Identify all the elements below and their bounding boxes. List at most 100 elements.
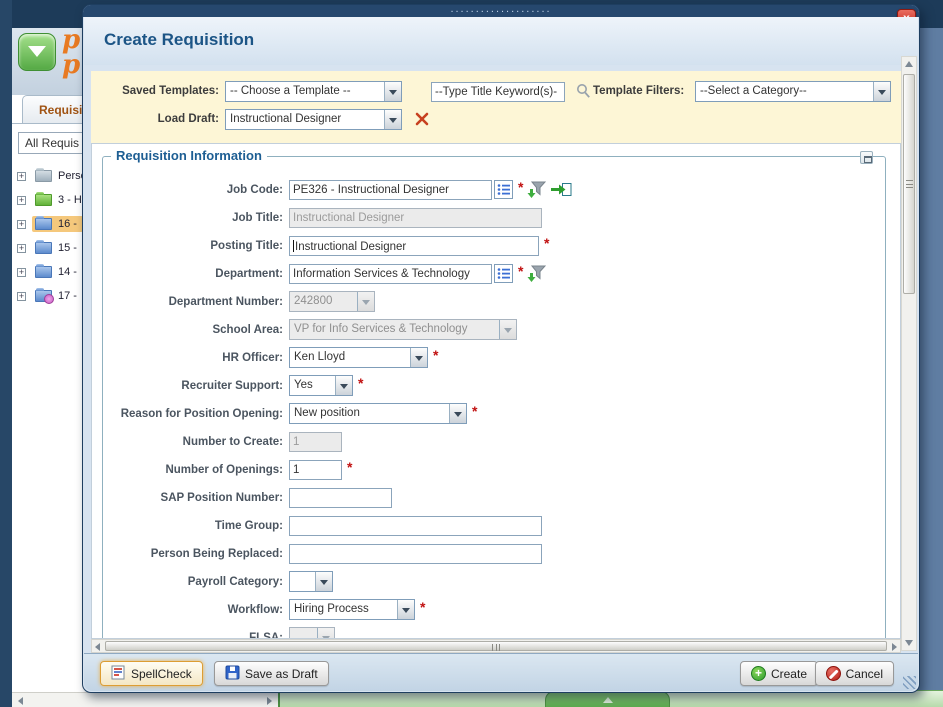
select-value: New position: [290, 404, 449, 423]
dialog-drag-handle[interactable]: ....................: [83, 5, 919, 17]
download-arrow-icon: [28, 46, 46, 66]
field-input: Instructional Designer: [289, 208, 542, 228]
required-asterisk: *: [358, 375, 363, 391]
saved-templates-label: Saved Templates:: [91, 85, 219, 97]
field-input[interactable]: [289, 516, 542, 536]
dropdown-arrow-icon[interactable]: [384, 82, 401, 101]
expand-plus-icon[interactable]: +: [17, 196, 26, 205]
thumb-grip: [492, 644, 500, 651]
expand-plus-icon[interactable]: +: [17, 292, 26, 301]
load-draft-label: Load Draft:: [91, 113, 219, 125]
required-asterisk: *: [420, 599, 425, 615]
templates-band: Saved Templates: -- Choose a Template --…: [91, 71, 901, 143]
dialog-footer: SpellCheck Save as Draft + Create Cancel: [84, 653, 918, 691]
spellcheck-icon: [111, 665, 126, 683]
dropdown-arrow-icon: [499, 320, 516, 339]
select-value: Ken Lloyd: [290, 348, 410, 367]
field-select: VP for Info Services & Technology: [289, 319, 517, 340]
field-select[interactable]: Yes: [289, 375, 353, 396]
tree-item-label: 16 -: [58, 218, 77, 230]
field-input[interactable]: 1: [289, 460, 342, 480]
cancel-button[interactable]: Cancel: [815, 661, 894, 686]
requisition-information-fieldset: Requisition Information Job Code:PE326 -…: [102, 156, 886, 639]
delete-draft-icon[interactable]: [415, 112, 429, 126]
load-draft-select[interactable]: Instructional Designer: [225, 109, 402, 130]
scroll-right-icon[interactable]: [267, 697, 272, 705]
dropdown-arrow-icon[interactable]: [449, 404, 466, 423]
tree-item-label: 14 -: [58, 266, 77, 278]
filter-funnel-icon[interactable]: [527, 181, 546, 199]
filter-funnel-icon[interactable]: [527, 265, 546, 283]
field-input[interactable]: Information Services & Technology: [289, 264, 492, 284]
field-select[interactable]: Ken Lloyd: [289, 347, 428, 368]
form-row: Number to Create:1: [103, 431, 885, 452]
field-label: HR Officer:: [103, 352, 289, 364]
field-input[interactable]: [289, 488, 392, 508]
horizontal-scroll-thumb[interactable]: [105, 641, 887, 651]
form-row: Department:Information Services & Techno…: [103, 263, 885, 284]
scroll-left-icon[interactable]: [18, 697, 23, 705]
field-select[interactable]: New position: [289, 403, 467, 424]
field-label: Department Number:: [103, 296, 289, 308]
scroll-left-icon[interactable]: [95, 643, 100, 651]
expand-plus-icon[interactable]: +: [17, 172, 26, 181]
required-asterisk: *: [518, 263, 523, 279]
field-label: Department:: [103, 268, 289, 280]
save-as-draft-button[interactable]: Save as Draft: [214, 661, 329, 686]
scroll-up-icon[interactable]: [905, 61, 913, 67]
field-input[interactable]: PE326 - Instructional Designer: [289, 180, 492, 200]
resize-grip-icon[interactable]: [903, 676, 916, 689]
dropdown-arrow-icon[interactable]: [397, 600, 414, 619]
select-value: [290, 628, 317, 639]
sidebar-horizontal-scrollbar[interactable]: [12, 692, 278, 707]
dropdown-arrow-icon[interactable]: [384, 110, 401, 129]
scroll-right-icon[interactable]: [892, 643, 897, 651]
form-row: Posting Title:Instructional Designer*: [103, 235, 885, 256]
select-value: Yes: [290, 376, 335, 395]
template-filters-select[interactable]: --Select a Category--: [695, 81, 891, 102]
tree-item-label: 3 - H: [58, 194, 82, 206]
spellcheck-button[interactable]: SpellCheck: [100, 661, 203, 686]
create-button[interactable]: + Create: [740, 661, 818, 686]
field-label: School Area:: [103, 324, 289, 336]
vertical-scroll-thumb[interactable]: [903, 74, 915, 294]
form-row: SAP Position Number:: [103, 487, 885, 508]
thumb-grip: [906, 180, 913, 188]
expand-plus-icon[interactable]: +: [17, 268, 26, 277]
field-input[interactable]: Instructional Designer: [289, 236, 539, 256]
folder-icon: [35, 242, 52, 254]
text-caret: [293, 240, 294, 252]
field-label: Job Code:: [103, 184, 289, 196]
scroll-down-icon[interactable]: [905, 640, 913, 646]
dropdown-arrow-icon[interactable]: [410, 348, 427, 367]
form-row: Number of Openings:1*: [103, 459, 885, 480]
form-row: Job Code:PE326 - Instructional Designer *: [103, 179, 885, 200]
dropdown-arrow-icon[interactable]: [873, 82, 890, 101]
dropdown-arrow-icon[interactable]: [315, 572, 332, 591]
required-asterisk: *: [518, 179, 523, 195]
dialog-horizontal-scrollbar[interactable]: [91, 639, 901, 653]
dropdown-arrow-icon[interactable]: [335, 376, 352, 395]
field-input[interactable]: [289, 544, 542, 564]
field-select[interactable]: [289, 571, 333, 592]
select-value: Hiring Process: [290, 600, 397, 619]
lookup-list-icon[interactable]: [494, 264, 513, 283]
select-value: VP for Info Services & Technology: [290, 320, 499, 339]
required-asterisk: *: [544, 235, 549, 251]
search-icon[interactable]: [576, 83, 591, 99]
expand-plus-icon[interactable]: +: [17, 220, 26, 229]
lookup-list-icon[interactable]: [494, 180, 513, 199]
dropdown-arrow-icon: [357, 292, 374, 311]
dialog-vertical-scrollbar[interactable]: [901, 56, 917, 651]
folder-icon: [35, 290, 52, 302]
field-select[interactable]: Hiring Process: [289, 599, 415, 620]
field-label: Number to Create:: [103, 436, 289, 448]
field-label: Reason for Position Opening:: [103, 408, 289, 420]
title-keyword-input[interactable]: --Type Title Keyword(s)-: [431, 82, 565, 102]
app-logo-icon[interactable]: [18, 33, 56, 71]
expand-plus-icon[interactable]: +: [17, 244, 26, 253]
form-row: Department Number:242800: [103, 291, 885, 312]
saved-templates-select[interactable]: -- Choose a Template --: [225, 81, 402, 102]
transfer-arrow-icon[interactable]: [550, 182, 572, 197]
dock-pull-up-tab[interactable]: [545, 691, 670, 707]
